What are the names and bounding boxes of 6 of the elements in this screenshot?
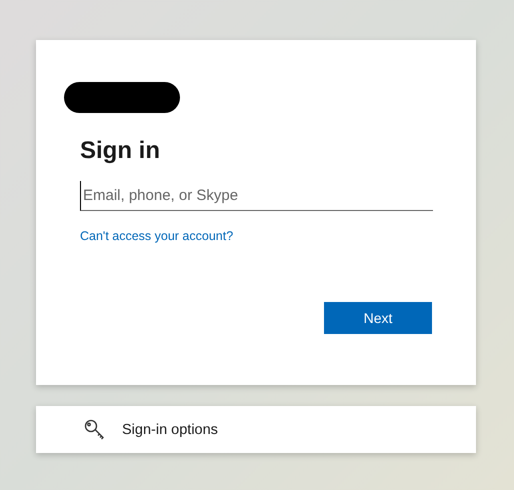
heading: Sign in <box>80 137 161 165</box>
key-icon <box>84 418 106 440</box>
sign-in-options-button[interactable]: Sign-in options <box>36 406 476 453</box>
email-field[interactable]: Email, phone, or Skype <box>80 181 433 211</box>
next-button[interactable]: Next <box>324 302 432 334</box>
cant-access-link[interactable]: Can't access your account? <box>80 229 234 243</box>
